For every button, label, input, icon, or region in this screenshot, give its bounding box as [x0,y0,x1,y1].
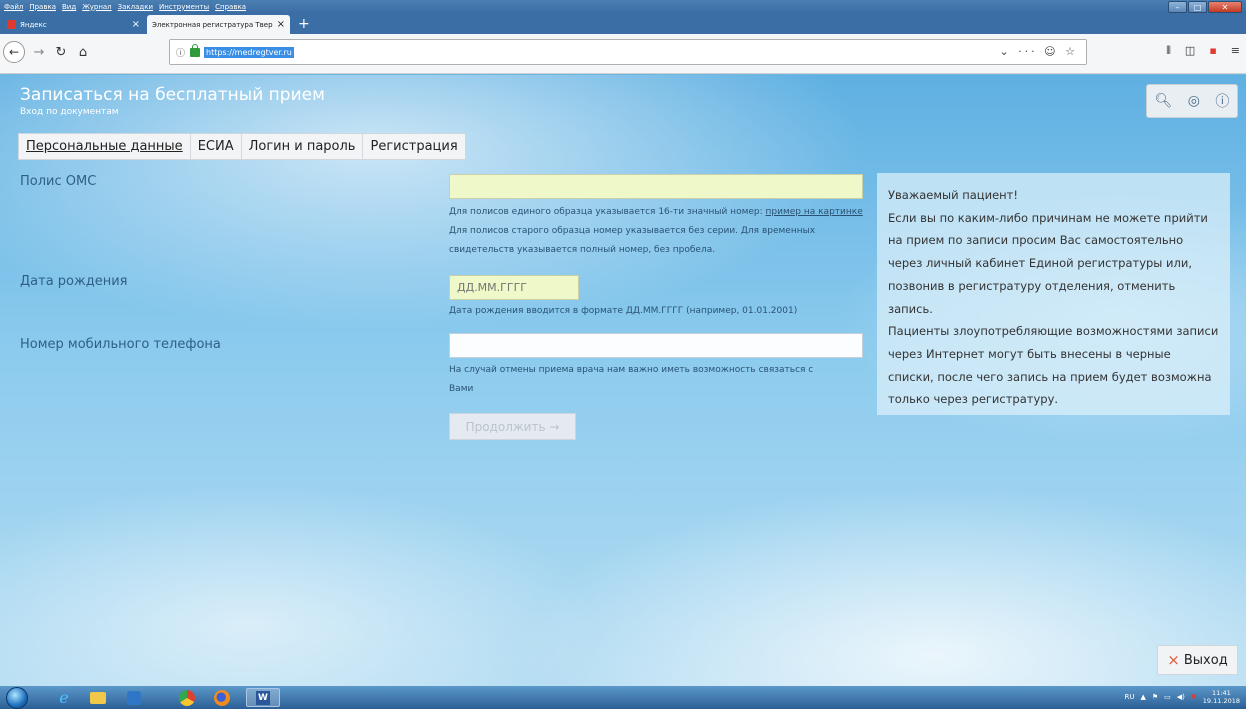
system-tray: RU ▲ ⚑ ▭ ◀) ✖ 11:41 19.11.2018 [1124,689,1240,705]
menu-icon[interactable]: ≡ [1231,44,1240,58]
search-icon[interactable]: 🔍︎ [1155,93,1173,109]
yandex-icon [7,20,16,29]
notice-panel: Уважаемый пациент! Если вы по каким-либо… [877,173,1230,415]
back-button[interactable]: ← [3,41,25,63]
sidebar-icon[interactable]: ◫ [1185,44,1195,58]
start-button[interactable] [6,687,28,709]
oms-hint: Для полисов единого образца указывается … [449,203,869,260]
tab-title: Электронная регистратура Тверс [152,20,273,29]
tool-icons: 🔍︎ ◎ ⓘ [1146,84,1238,118]
birth-date-input[interactable] [449,275,579,300]
login-tabs: Персональные данные ЕСИА Логин и пароль … [18,133,466,160]
tray-arrow-icon[interactable]: ▲ [1140,693,1145,701]
page-title: Записаться на бесплатный прием [20,85,325,105]
taskbar: e W RU ▲ ⚑ ▭ ◀) ✖ 11:41 19.11.2018 [0,686,1246,709]
library-icon[interactable]: ⫴ [1166,44,1171,58]
network-icon[interactable]: ▭ [1164,693,1171,701]
page-subtitle: Вход по документам [20,107,119,117]
reload-button[interactable]: ↻ [50,41,72,63]
menu-file[interactable]: Файл [4,3,23,11]
continue-button[interactable]: Продолжить → [449,413,576,440]
browser-tab-yandex[interactable]: Яндекс × [2,15,145,34]
info-icon[interactable]: ⓘ [176,46,190,59]
clock-date: 19.11.2018 [1202,697,1240,705]
tab-bar: Яндекс × Электронная регистратура Тверс … [0,13,1246,34]
notification-icon[interactable]: ✖ [1191,693,1197,701]
arrow-right-icon: → [33,44,45,60]
url-text[interactable]: https://medregtver.ru [204,46,294,58]
exit-label: Выход [1183,652,1228,668]
info-icon[interactable]: ⓘ [1215,91,1229,111]
notice-greeting: Уважаемый пациент! [888,188,1018,202]
menu-edit[interactable]: Правка [29,3,56,11]
menu-view[interactable]: Вид [62,3,76,11]
arrow-left-icon: ← [8,45,20,59]
phone-label: Номер мобильного телефона [20,337,221,352]
browser-tab-registry[interactable]: Электронная регистратура Тверс × [147,15,290,34]
oms-hint-suffix: Для полисов старого образца номер указыв… [449,226,816,255]
menu-help[interactable]: Справка [215,3,246,11]
reload-icon: ↻ [55,44,67,60]
address-bar[interactable]: ⓘ https://medregtver.ru ⌄ ··· ☺ ☆ [169,39,1087,65]
menu-bookmarks[interactable]: Закладки [118,3,153,11]
extension-icon[interactable]: ▪ [1209,44,1216,58]
internet-explorer-icon[interactable]: e [50,688,78,707]
url-actions[interactable]: ⌄ ··· ☺ ☆ [999,45,1078,58]
volume-icon[interactable]: ◀) [1177,693,1185,701]
oms-hint-prefix: Для полисов единого образца указывается … [449,207,766,217]
oms-label: Полис ОМС [20,174,97,189]
window-controls: – □ ✕ [1168,1,1242,13]
navigation-bar: ← → ↻ ⌂ ⓘ https://medregtver.ru ⌄ ··· ☺ … [0,34,1246,74]
oms-example-link[interactable]: пример на картинке [766,207,863,217]
notice-cancel-text: Если вы по каким-либо причинам не можете… [888,210,1208,316]
menu-history[interactable]: Журнал [82,3,111,11]
chrome-icon[interactable] [173,688,201,707]
close-window-button[interactable]: ✕ [1208,1,1242,13]
word-icon[interactable]: W [246,688,280,707]
exit-button[interactable]: × Выход [1157,645,1238,675]
home-button[interactable]: ⌂ [72,41,94,63]
oms-input[interactable] [449,174,863,199]
menu-bar: Файл Правка Вид Журнал Закладки Инструме… [0,0,1246,13]
language-indicator[interactable]: RU [1124,693,1134,701]
firefox-icon[interactable] [208,688,236,707]
toolbar-right: ⫴ ◫ ▪ ≡ [1166,44,1240,58]
tab-title: Яндекс [20,20,47,29]
forward-button[interactable]: → [28,41,50,63]
phone-hint: На случай отмены приема врача нам важно … [449,365,814,394]
lock-icon [190,43,200,57]
birth-hint: Дата рождения вводится в формате ДД.ММ.Г… [449,306,798,316]
notice-blacklist-text: Пациенты злоупотребляющие возможностями … [888,324,1219,407]
close-icon: × [1167,651,1180,669]
flag-icon[interactable]: ⚑ [1152,693,1158,701]
clock-time: 11:41 [1212,689,1231,697]
eye-icon[interactable]: ◎ [1188,93,1200,109]
tab-esia[interactable]: ЕСИА [191,134,242,159]
menu-tools[interactable]: Инструменты [159,3,209,11]
minimize-button[interactable]: – [1168,1,1187,13]
maximize-button[interactable]: □ [1188,1,1207,13]
birth-label: Дата рождения [20,274,128,289]
home-icon: ⌂ [78,44,88,60]
media-player-icon[interactable] [120,688,148,707]
tab-login-password[interactable]: Логин и пароль [242,134,364,159]
new-tab-button[interactable]: + [292,16,318,34]
close-tab-icon[interactable]: × [132,19,140,30]
phone-input[interactable] [449,333,863,358]
close-tab-icon[interactable]: × [277,19,285,30]
page-content: Записаться на бесплатный прием Вход по д… [0,75,1246,686]
folder-icon[interactable] [84,688,112,707]
tab-personal-data[interactable]: Персональные данные [19,134,191,159]
tab-registration[interactable]: Регистрация [363,134,464,159]
clock[interactable]: 11:41 19.11.2018 [1203,689,1240,705]
